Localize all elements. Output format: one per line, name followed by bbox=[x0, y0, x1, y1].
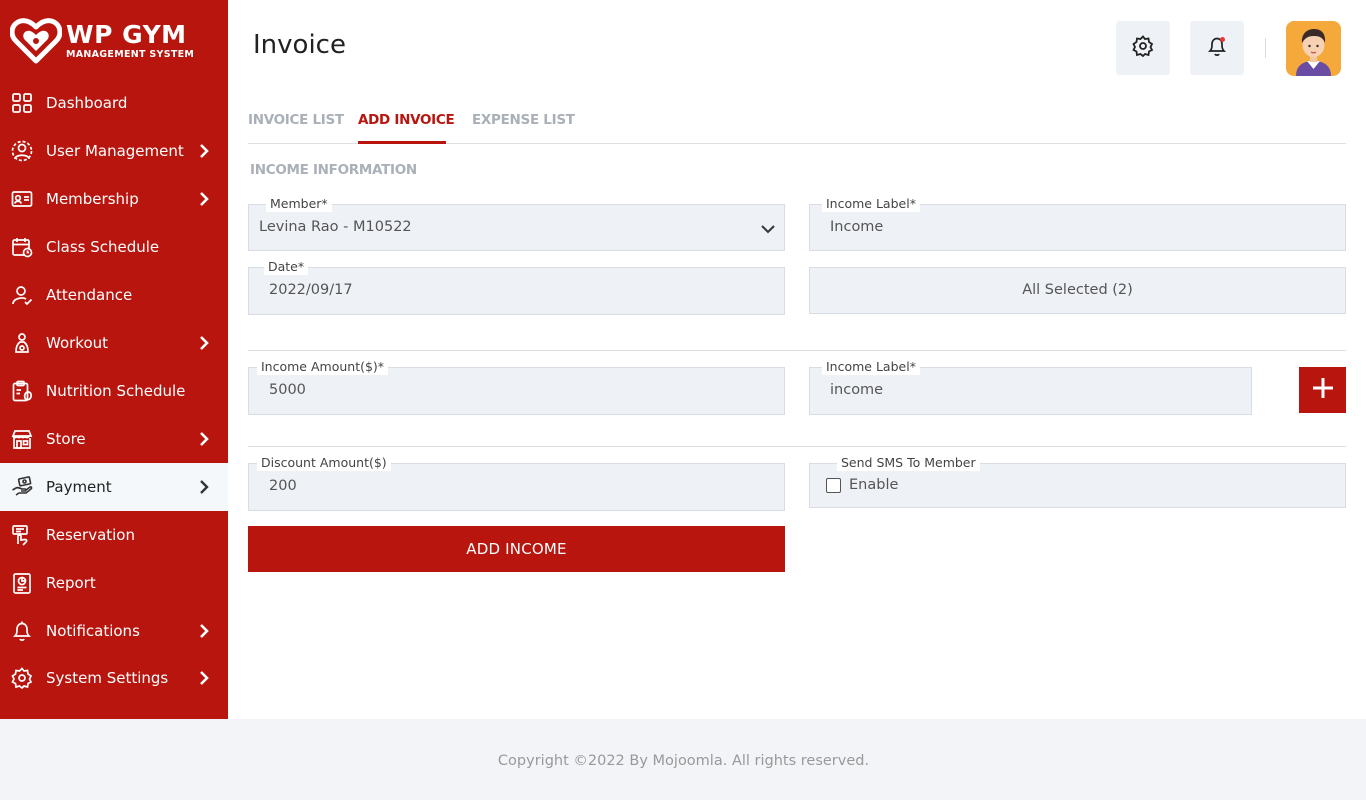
dashboard-grid-icon bbox=[11, 92, 33, 114]
income-entry-label-field[interactable]: Income Label* income bbox=[809, 359, 1252, 415]
nutrition-clipboard-icon bbox=[11, 380, 33, 402]
income-amount-value: 5000 bbox=[269, 382, 306, 398]
sidebar-item-label: Nutrition Schedule bbox=[46, 382, 186, 400]
sidebar-item-attendance[interactable]: Attendance bbox=[0, 271, 228, 319]
discount-amount-value: 200 bbox=[269, 478, 297, 494]
income-label-value: Income bbox=[830, 219, 884, 235]
sidebar-item-label: System Settings bbox=[46, 669, 169, 687]
brand-subtitle: MANAGEMENT SYSTEM bbox=[66, 49, 195, 60]
sidebar-item-label: User Management bbox=[46, 142, 184, 160]
tab-expense-list[interactable]: EXPENSE LIST bbox=[472, 112, 575, 128]
sidebar-item-workout[interactable]: Workout bbox=[0, 319, 228, 367]
chevron-right-icon bbox=[196, 479, 212, 495]
user-check-icon bbox=[11, 284, 33, 306]
member-select[interactable]: Member* Levina Rao - M10522 bbox=[248, 196, 785, 251]
sidebar-item-dashboard[interactable]: Dashboard bbox=[0, 79, 228, 127]
chevron-down-icon bbox=[760, 221, 776, 237]
tab-invoice-list[interactable]: INVOICE LIST bbox=[248, 112, 344, 128]
member-value: Levina Rao - M10522 bbox=[259, 219, 412, 235]
divider bbox=[248, 350, 1346, 351]
plus-icon bbox=[1312, 377, 1334, 403]
sidebar: WP GYM MANAGEMENT SYSTEM Dashboard User … bbox=[0, 0, 228, 719]
income-label-field[interactable]: Income Label* Income bbox=[809, 196, 1346, 251]
tax-multiselect[interactable]: All Selected (2) bbox=[809, 267, 1346, 314]
payment-hand-icon bbox=[11, 476, 33, 498]
chevron-right-icon bbox=[196, 623, 212, 639]
sidebar-item-label: Membership bbox=[46, 190, 139, 208]
discount-amount-field[interactable]: Discount Amount($) 200 bbox=[248, 455, 785, 511]
member-label: Member* bbox=[266, 196, 332, 212]
gear-icon bbox=[11, 667, 33, 689]
heart-logo-icon bbox=[9, 17, 63, 65]
send-sms-field: Send SMS To Member Enable bbox=[809, 455, 1346, 508]
brand-title: WP GYM bbox=[66, 20, 187, 49]
notifications-button[interactable] bbox=[1190, 21, 1244, 75]
send-sms-checkbox[interactable] bbox=[826, 478, 841, 493]
bell-icon bbox=[11, 620, 33, 642]
membership-card-icon bbox=[11, 188, 33, 210]
sidebar-item-label: Dashboard bbox=[46, 94, 128, 112]
chevron-right-icon bbox=[196, 191, 212, 207]
send-sms-label: Send SMS To Member bbox=[837, 455, 980, 471]
sidebar-item-report[interactable]: Report bbox=[0, 559, 228, 607]
divider bbox=[248, 446, 1346, 447]
gear-icon bbox=[1132, 35, 1154, 61]
calendar-icon bbox=[11, 236, 33, 258]
brand-logo[interactable]: WP GYM MANAGEMENT SYSTEM bbox=[9, 16, 220, 66]
invoice-tabs: INVOICE LIST ADD INVOICE EXPENSE LIST bbox=[248, 104, 1346, 144]
sidebar-item-label: Store bbox=[46, 430, 86, 448]
sidebar-item-reservation[interactable]: Reservation bbox=[0, 511, 228, 559]
send-sms-option-label[interactable]: Enable bbox=[849, 477, 898, 493]
workout-icon bbox=[11, 332, 33, 354]
sidebar-item-label: Report bbox=[46, 574, 96, 592]
sidebar-item-label: Attendance bbox=[46, 286, 133, 304]
chevron-right-icon bbox=[196, 431, 212, 447]
sidebar-item-class-schedule[interactable]: Class Schedule bbox=[0, 223, 228, 271]
income-amount-field[interactable]: Income Amount($)* 5000 bbox=[248, 359, 785, 415]
reservation-icon bbox=[11, 524, 33, 546]
tab-add-invoice[interactable]: ADD INVOICE bbox=[358, 112, 455, 128]
date-field[interactable]: Date* 2022/09/17 bbox=[248, 259, 785, 315]
add-income-button[interactable]: ADD INCOME bbox=[248, 526, 785, 572]
sidebar-item-label: Payment bbox=[46, 478, 112, 496]
sidebar-menu: Dashboard User Management Membership Cla… bbox=[0, 79, 228, 702]
sidebar-item-label: Reservation bbox=[46, 526, 135, 544]
copyright-text: Copyright ©2022 By Mojoomla. All rights … bbox=[497, 753, 870, 769]
active-tab-indicator bbox=[358, 141, 446, 144]
bell-icon bbox=[1206, 35, 1228, 61]
sidebar-item-nutrition-schedule[interactable]: Nutrition Schedule bbox=[0, 367, 228, 415]
chevron-right-icon bbox=[196, 335, 212, 351]
store-icon bbox=[11, 428, 33, 450]
sidebar-item-payment[interactable]: Payment bbox=[0, 463, 228, 511]
page-title: Invoice bbox=[253, 30, 346, 60]
income-entry-label-label: Income Label* bbox=[822, 359, 920, 375]
tax-multiselect-value: All Selected (2) bbox=[1022, 282, 1133, 298]
sidebar-item-notifications[interactable]: Notifications bbox=[0, 607, 228, 654]
income-amount-label: Income Amount($)* bbox=[257, 359, 389, 375]
date-value: 2022/09/17 bbox=[269, 282, 353, 298]
chevron-right-icon bbox=[196, 670, 212, 686]
settings-button[interactable] bbox=[1116, 21, 1170, 75]
report-icon bbox=[11, 572, 33, 594]
header-divider bbox=[1265, 38, 1266, 58]
add-income-entry-button[interactable] bbox=[1299, 367, 1346, 413]
sidebar-item-user-management[interactable]: User Management bbox=[0, 127, 228, 175]
income-label-label: Income Label* bbox=[822, 196, 920, 212]
users-icon bbox=[11, 140, 33, 162]
sidebar-item-label: Notifications bbox=[46, 621, 140, 640]
chevron-right-icon bbox=[196, 143, 212, 159]
sidebar-item-store[interactable]: Store bbox=[0, 415, 228, 463]
sidebar-item-system-settings[interactable]: System Settings bbox=[0, 654, 228, 702]
sidebar-item-label: Class Schedule bbox=[46, 238, 160, 256]
section-title: INCOME INFORMATION bbox=[250, 162, 417, 178]
footer: Copyright ©2022 By Mojoomla. All rights … bbox=[0, 719, 1366, 800]
discount-amount-label: Discount Amount($) bbox=[257, 455, 391, 471]
date-label: Date* bbox=[264, 259, 309, 275]
avatar[interactable] bbox=[1286, 21, 1341, 76]
sidebar-item-label: Workout bbox=[46, 334, 109, 352]
income-entry-label-value: income bbox=[830, 382, 884, 398]
sidebar-item-membership[interactable]: Membership bbox=[0, 175, 228, 223]
